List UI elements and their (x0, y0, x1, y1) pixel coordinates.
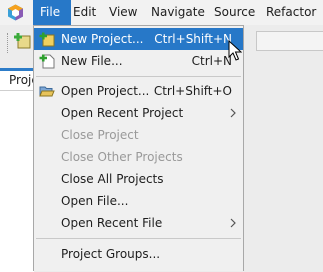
tab-projects[interactable]: Projects (0, 68, 34, 90)
menu-item-project-groups[interactable]: Project Groups... (34, 243, 243, 265)
menu-item-label: New Project... (61, 32, 144, 46)
menu-item-label: Open File... (61, 194, 129, 208)
menu-item-new-file[interactable]: New File... Ctrl+N (34, 50, 243, 72)
menu-edit[interactable]: Edit (66, 0, 103, 25)
menu-navigate[interactable]: Navigate (144, 0, 212, 25)
menu-item-close-all-projects[interactable]: Close All Projects (34, 168, 243, 190)
menu-separator (36, 76, 241, 77)
projects-panel (0, 90, 34, 272)
menu-view[interactable]: View (102, 0, 144, 25)
menu-item-label: Close Project (61, 128, 139, 142)
chevron-right-icon (230, 218, 236, 228)
toolbar-search-field[interactable] (256, 31, 323, 51)
menu-item-label: Open Project... (61, 84, 150, 98)
menu-item-shortcut: Ctrl+Shift+O (153, 84, 232, 98)
toolbar-grip[interactable] (7, 33, 11, 53)
mouse-cursor-icon (228, 40, 242, 61)
menu-item-label: Open Recent Project (61, 106, 184, 120)
new-project-icon (39, 32, 55, 47)
menu-item-open-file[interactable]: Open File... (34, 190, 243, 212)
chevron-right-icon (230, 108, 236, 118)
menu-item-shortcut: Ctrl+Shift+N (154, 32, 232, 46)
menu-item-label: Project Groups... (61, 247, 161, 261)
menu-item-label: Close Other Projects (61, 150, 183, 164)
menu-item-shortcut: Ctrl+N (191, 54, 232, 68)
menu-source[interactable]: Source (207, 0, 262, 25)
menu-separator (36, 238, 241, 239)
menu-item-close-other-projects: Close Other Projects (34, 146, 243, 168)
file-menu-dropdown: New Project... Ctrl+Shift+N New File... … (33, 25, 244, 271)
open-project-icon (39, 86, 55, 97)
new-project-toolbar-icon[interactable] (13, 31, 33, 51)
menu-item-label: New File... (61, 54, 123, 68)
new-file-icon (39, 54, 55, 69)
netbeans-logo-icon (8, 4, 23, 21)
menu-item-label: Open Recent File (61, 216, 163, 230)
menu-item-label: Close All Projects (61, 172, 164, 186)
menu-item-new-project[interactable]: New Project... Ctrl+Shift+N (34, 28, 243, 50)
menu-item-open-recent-project[interactable]: Open Recent Project (34, 102, 243, 124)
menu-item-open-recent-file[interactable]: Open Recent File (34, 212, 243, 234)
menu-bar: File Edit View Navigate Source Refactor (0, 0, 323, 25)
menu-item-close-project: Close Project (34, 124, 243, 146)
menu-item-open-project[interactable]: Open Project... Ctrl+Shift+O (34, 80, 243, 102)
menu-refactor[interactable]: Refactor (259, 0, 323, 25)
